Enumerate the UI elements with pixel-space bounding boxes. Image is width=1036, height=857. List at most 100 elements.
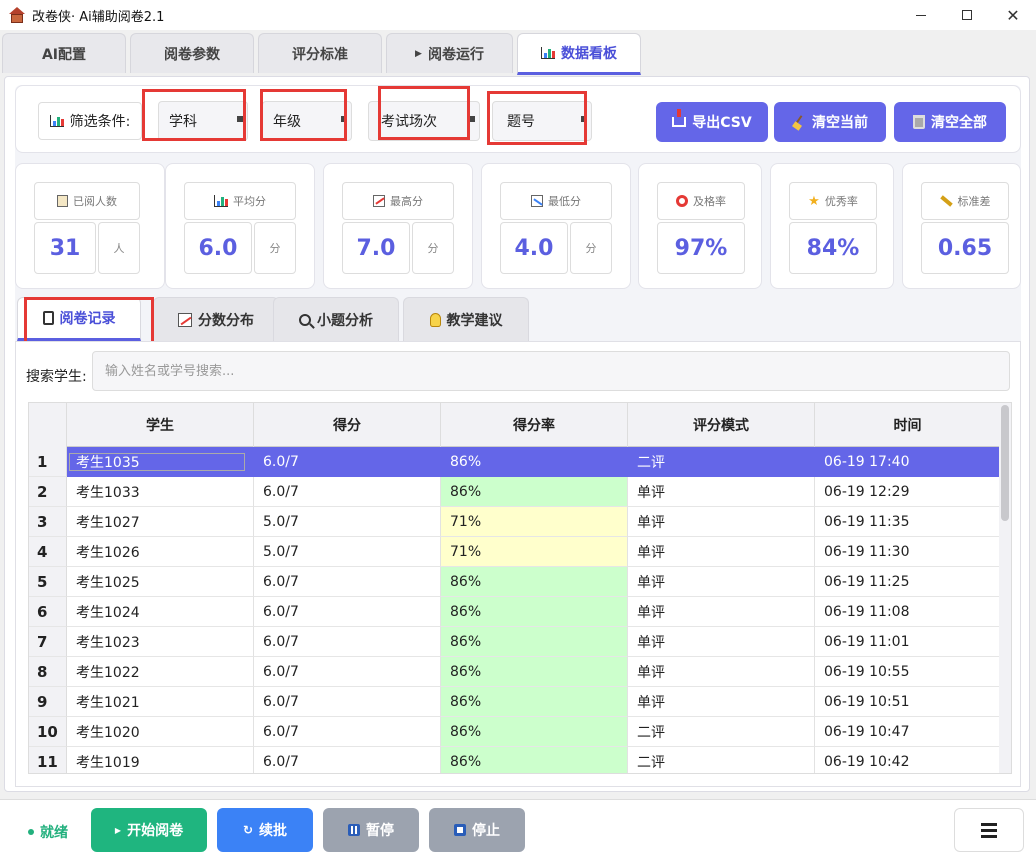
maximize-button[interactable] (944, 0, 990, 30)
table-row[interactable]: 2 考生1033 6.0/7 86% 单评 06-19 12:29 (29, 477, 1001, 507)
cell-mode[interactable]: 单评 (628, 507, 815, 537)
cell-mode[interactable]: 单评 (628, 537, 815, 567)
cell-score[interactable]: 6.0/7 (254, 597, 441, 627)
tab-data-dashboard[interactable]: 数据看板 (517, 33, 641, 75)
cell-mode[interactable]: 单评 (628, 657, 815, 687)
tab-question-analysis[interactable]: 小题分析 (273, 297, 399, 341)
row-number[interactable]: 4 (29, 537, 67, 567)
table-row[interactable]: 3 考生1027 5.0/7 71% 单评 06-19 11:35 (29, 507, 1001, 537)
column-header-score[interactable]: 得分 (254, 403, 441, 447)
question-number-select[interactable]: 题号 (492, 101, 592, 141)
table-row[interactable]: 8 考生1022 6.0/7 86% 单评 06-19 10:55 (29, 657, 1001, 687)
cell-mode[interactable]: 单评 (628, 477, 815, 507)
cell-time[interactable]: 06-19 10:42 (815, 747, 1001, 773)
cell-student[interactable]: 考生1027 (67, 507, 254, 537)
resume-button[interactable]: ↻ 续批 (217, 808, 313, 852)
clear-all-button[interactable]: 清空全部 (894, 102, 1006, 142)
menu-button[interactable] (954, 808, 1024, 852)
export-csv-button[interactable]: 导出CSV (656, 102, 768, 142)
start-grading-button[interactable]: ▶ 开始阅卷 (91, 808, 207, 852)
cell-time[interactable]: 06-19 11:25 (815, 567, 1001, 597)
cell-student[interactable]: 考生1022 (67, 657, 254, 687)
row-number[interactable]: 9 (29, 687, 67, 717)
cell-rate[interactable]: 86% (441, 627, 628, 657)
cell-time[interactable]: 06-19 11:08 (815, 597, 1001, 627)
cell-mode[interactable]: 二评 (628, 447, 815, 477)
cell-rate[interactable]: 86% (441, 717, 628, 747)
row-number[interactable]: 3 (29, 507, 67, 537)
tab-grading-run[interactable]: ▶ 阅卷运行 (386, 33, 513, 73)
cell-score[interactable]: 6.0/7 (254, 687, 441, 717)
cell-rate[interactable]: 86% (441, 687, 628, 717)
student-search-input[interactable] (92, 351, 1010, 391)
table-row[interactable]: 7 考生1023 6.0/7 86% 单评 06-19 11:01 (29, 627, 1001, 657)
cell-time[interactable]: 06-19 11:35 (815, 507, 1001, 537)
tab-score-distribution[interactable]: 分数分布 (153, 297, 279, 341)
table-row[interactable]: 6 考生1024 6.0/7 86% 单评 06-19 11:08 (29, 597, 1001, 627)
cell-time[interactable]: 06-19 17:40 (815, 447, 1001, 477)
cell-time[interactable]: 06-19 11:01 (815, 627, 1001, 657)
column-header-student[interactable]: 学生 (67, 403, 254, 447)
stop-button[interactable]: 停止 (429, 808, 525, 852)
cell-mode[interactable]: 单评 (628, 687, 815, 717)
row-number[interactable]: 2 (29, 477, 67, 507)
cell-mode[interactable]: 单评 (628, 597, 815, 627)
row-number[interactable]: 5 (29, 567, 67, 597)
cell-score[interactable]: 6.0/7 (254, 627, 441, 657)
cell-rate[interactable]: 86% (441, 657, 628, 687)
cell-student[interactable]: 考生1033 (67, 477, 254, 507)
minimize-button[interactable] (898, 0, 944, 30)
table-row[interactable]: 10 考生1020 6.0/7 86% 二评 06-19 10:47 (29, 717, 1001, 747)
cell-time[interactable]: 06-19 12:29 (815, 477, 1001, 507)
clear-current-button[interactable]: 清空当前 (774, 102, 886, 142)
cell-mode[interactable]: 二评 (628, 747, 815, 773)
tab-teaching-advice[interactable]: 教学建议 (403, 297, 529, 341)
table-row[interactable]: 5 考生1025 6.0/7 86% 单评 06-19 11:25 (29, 567, 1001, 597)
row-number[interactable]: 8 (29, 657, 67, 687)
column-header-time[interactable]: 时间 (815, 403, 1001, 447)
cell-rate[interactable]: 71% (441, 537, 628, 567)
scrollbar-thumb[interactable] (1001, 405, 1009, 521)
cell-score[interactable]: 5.0/7 (254, 507, 441, 537)
cell-rate[interactable]: 86% (441, 447, 628, 477)
cell-student[interactable]: 考生1025 (67, 567, 254, 597)
pause-button[interactable]: 暂停 (323, 808, 419, 852)
cell-score[interactable]: 6.0/7 (254, 657, 441, 687)
exam-session-select[interactable]: 考试场次 (368, 101, 480, 141)
cell-rate[interactable]: 71% (441, 507, 628, 537)
subject-select[interactable]: 学科 (158, 101, 248, 141)
tab-scoring-criteria[interactable]: 评分标准 (258, 33, 382, 73)
table-row[interactable]: 9 考生1021 6.0/7 86% 单评 06-19 10:51 (29, 687, 1001, 717)
cell-time[interactable]: 06-19 11:30 (815, 537, 1001, 567)
cell-score[interactable]: 6.0/7 (254, 717, 441, 747)
cell-time[interactable]: 06-19 10:47 (815, 717, 1001, 747)
cell-rate[interactable]: 86% (441, 477, 628, 507)
cell-score[interactable]: 6.0/7 (254, 747, 441, 773)
row-number[interactable]: 11 (29, 747, 67, 773)
cell-score[interactable]: 6.0/7 (254, 567, 441, 597)
column-header-mode[interactable]: 评分模式 (628, 403, 815, 447)
cell-mode[interactable]: 二评 (628, 717, 815, 747)
cell-time[interactable]: 06-19 10:55 (815, 657, 1001, 687)
tab-grading-params[interactable]: 阅卷参数 (130, 33, 254, 73)
row-number[interactable]: 1 (29, 447, 67, 477)
cell-student[interactable]: 考生1023 (67, 627, 254, 657)
row-number[interactable]: 7 (29, 627, 67, 657)
close-button[interactable]: ✕ (990, 0, 1036, 30)
cell-mode[interactable]: 单评 (628, 627, 815, 657)
cell-mode[interactable]: 单评 (628, 567, 815, 597)
cell-student[interactable]: 考生1019 (67, 747, 254, 773)
cell-score[interactable]: 5.0/7 (254, 537, 441, 567)
cell-score[interactable]: 6.0/7 (254, 477, 441, 507)
row-number[interactable]: 10 (29, 717, 67, 747)
cell-student[interactable]: 考生1024 (67, 597, 254, 627)
tab-grading-records[interactable]: 阅卷记录 (17, 297, 141, 341)
grade-select[interactable]: 年级 (262, 101, 352, 141)
cell-student[interactable]: 考生1020 (67, 717, 254, 747)
cell-rate[interactable]: 86% (441, 597, 628, 627)
table-row[interactable]: 11 考生1019 6.0/7 86% 二评 06-19 10:42 (29, 747, 1001, 773)
table-row[interactable]: 1 考生1035 6.0/7 86% 二评 06-19 17:40 (29, 447, 1001, 477)
cell-student[interactable]: 考生1021 (67, 687, 254, 717)
tab-ai-config[interactable]: AI配置 (2, 33, 126, 73)
column-header-rate[interactable]: 得分率 (441, 403, 628, 447)
